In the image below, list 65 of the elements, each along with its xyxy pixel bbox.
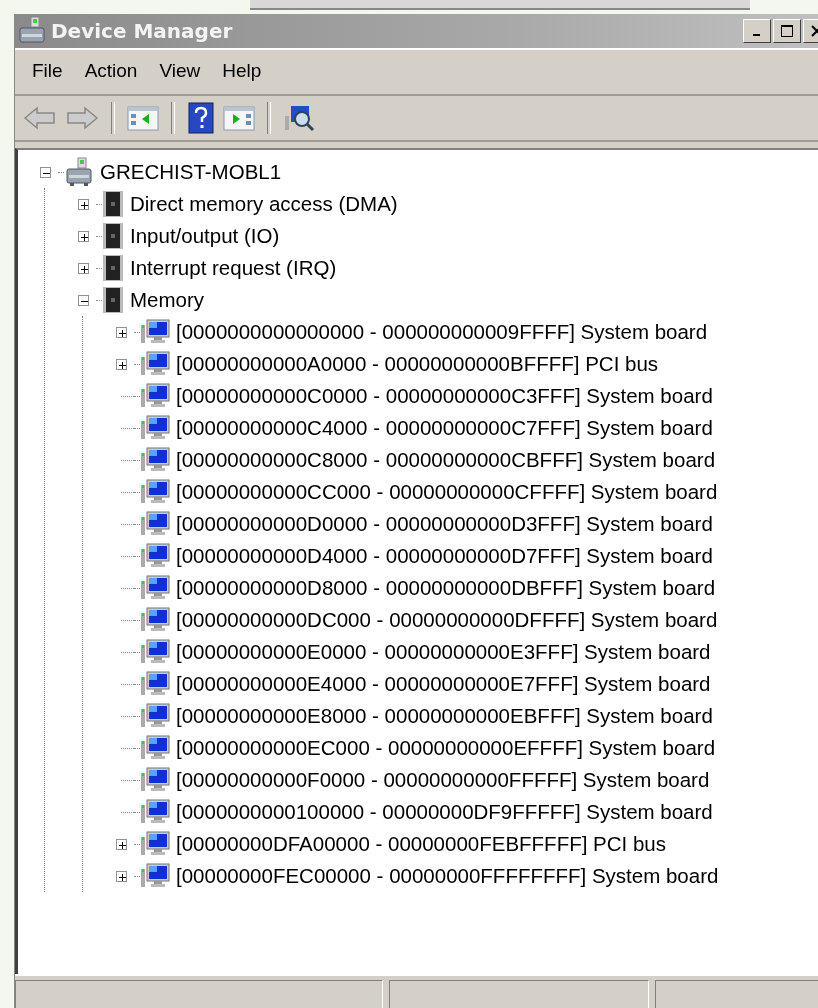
expander-icon[interactable] (77, 230, 89, 242)
expander-icon[interactable] (77, 198, 89, 210)
expander-icon[interactable] (77, 262, 89, 274)
menu-item[interactable]: Help (211, 58, 273, 84)
monitor-icon (140, 447, 170, 473)
chip-icon (102, 253, 124, 283)
monitor-icon (140, 351, 170, 377)
tree-item[interactable]: [0000000000100000 - 00000000DF9FFFFF] System board (176, 800, 713, 824)
monitor-icon (140, 383, 170, 409)
window-title: Device Manager (51, 19, 234, 43)
monitor-icon (140, 767, 170, 793)
menu-item[interactable]: View (148, 58, 212, 84)
monitor-icon (140, 831, 170, 857)
tree-item[interactable]: [00000000000C0000 - 00000000000C3FFF] System board (176, 384, 713, 408)
tree-item[interactable]: Interrupt request (IRQ) (130, 256, 337, 280)
tree-item[interactable]: [00000000000D0000 - 00000000000D3FFF] System board (176, 512, 713, 536)
monitor-icon (140, 575, 170, 601)
monitor-icon (140, 319, 170, 345)
tree-item[interactable]: [0000000000000000 - 000000000009FFFF] System board (176, 320, 708, 344)
tree-item[interactable]: [00000000000D4000 - 00000000000D7FFF] System board (176, 544, 713, 568)
tree-item[interactable]: GRECHIST-MOBL1 (100, 160, 282, 184)
tree-item[interactable]: [00000000000C8000 - 00000000000CBFFF] System board (176, 448, 716, 472)
expander-icon[interactable] (77, 294, 89, 306)
monitor-icon (140, 735, 170, 761)
computer-icon (64, 157, 94, 187)
monitor-icon (140, 607, 170, 633)
tree-item[interactable]: Direct memory access (DMA) (130, 192, 398, 216)
expander-icon[interactable] (115, 358, 127, 370)
menu-item[interactable]: File (21, 58, 74, 84)
monitor-icon (140, 703, 170, 729)
monitor-icon (140, 479, 170, 505)
maximize-button[interactable] (773, 19, 801, 43)
menu-item[interactable]: Action (73, 58, 149, 84)
tree-item[interactable]: [00000000000E0000 - 00000000000E3FFF] System board (176, 640, 711, 664)
chip-icon (102, 285, 124, 315)
chip-icon (102, 189, 124, 219)
monitor-icon (140, 863, 170, 889)
tree-item[interactable]: [00000000000D8000 - 00000000000DBFFF] System board (176, 576, 716, 600)
expander-icon[interactable] (115, 326, 127, 338)
monitor-icon (140, 639, 170, 665)
expander-icon[interactable] (115, 838, 127, 850)
minimize-button[interactable] (743, 19, 771, 43)
monitor-icon (140, 511, 170, 537)
tree-item[interactable]: [00000000000CC000 - 00000000000CFFFF] System board (176, 480, 718, 504)
tree-item[interactable]: [00000000FEC00000 - 00000000FFFFFFFF] System board (176, 864, 719, 888)
tree-item[interactable]: [00000000000DC000 - 00000000000DFFFF] System board (176, 608, 718, 632)
tree-item[interactable]: [00000000000C4000 - 00000000000C7FFF] System board (176, 416, 713, 440)
tree-item[interactable]: [00000000000EC000 - 00000000000EFFFF] System board (176, 736, 716, 760)
tree-item[interactable]: Input/output (IO) (130, 224, 280, 248)
device-manager-icon (17, 16, 47, 46)
expander-icon[interactable] (39, 166, 51, 178)
tree-item[interactable]: [00000000000A0000 - 00000000000BFFFF] PCI bus (176, 352, 659, 376)
monitor-icon (140, 671, 170, 697)
tree-item[interactable]: [00000000DFA00000 - 00000000FEBFFFFF] PCI bus (176, 832, 666, 856)
maximize-icon[interactable] (780, 24, 794, 38)
tree-item[interactable]: [00000000000F0000 - 00000000000FFFFF] System board (176, 768, 710, 792)
expander-icon[interactable] (115, 870, 127, 882)
tree-item[interactable]: Memory (130, 288, 205, 312)
monitor-icon (140, 415, 170, 441)
monitor-icon (140, 543, 170, 569)
help-icon[interactable] (185, 100, 217, 136)
monitor-icon (140, 799, 170, 825)
chip-icon (102, 221, 124, 251)
tree-item[interactable]: [00000000000E4000 - 00000000000E7FFF] System board (176, 672, 711, 696)
tree-item[interactable]: [00000000000E8000 - 00000000000EBFFF] System board (176, 704, 713, 728)
